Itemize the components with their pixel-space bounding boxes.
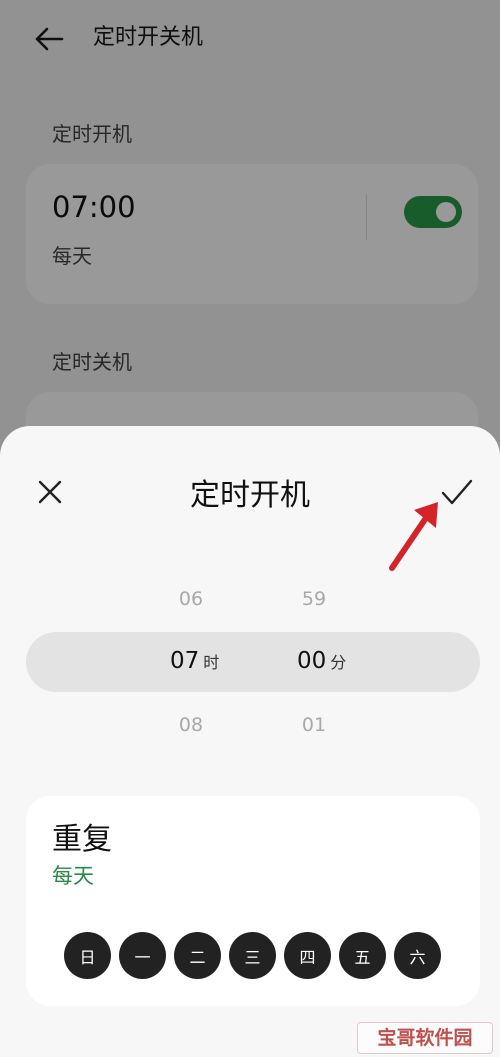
minute-unit: 分	[330, 653, 347, 672]
hour-above[interactable]: 06	[165, 588, 217, 610]
watermark: 宝哥软件园	[357, 1022, 493, 1054]
picker-selection-highlight	[26, 632, 480, 692]
repeat-title: 重复	[52, 822, 112, 857]
minute-below[interactable]: 01	[288, 714, 340, 736]
weekday-selector: 日 一 二 三 四 五 六	[64, 932, 441, 979]
minute-above[interactable]: 59	[288, 588, 340, 610]
hour-selected[interactable]: 07 时	[170, 648, 240, 674]
day-monday[interactable]: 一	[119, 932, 166, 979]
annotation-arrow-icon	[389, 502, 438, 571]
day-tuesday[interactable]: 二	[174, 932, 221, 979]
minute-value: 00	[297, 648, 327, 674]
day-friday[interactable]: 五	[339, 932, 386, 979]
hour-value: 07	[170, 648, 200, 674]
day-sunday[interactable]: 日	[64, 932, 111, 979]
repeat-card[interactable]: 重复 每天 日 一 二 三 四 五 六	[26, 796, 480, 1006]
day-thursday[interactable]: 四	[284, 932, 331, 979]
day-wednesday[interactable]: 三	[229, 932, 276, 979]
day-saturday[interactable]: 六	[394, 932, 441, 979]
hour-unit: 时	[203, 653, 220, 672]
hour-below[interactable]: 08	[165, 714, 217, 736]
bottom-sheet: 定时开机 06 59 07 时 00 分 08 01 重复 每天 日 一 二 三 四…	[0, 426, 500, 1057]
minute-selected[interactable]: 00 分	[297, 648, 367, 674]
repeat-value: 每天	[52, 864, 94, 888]
